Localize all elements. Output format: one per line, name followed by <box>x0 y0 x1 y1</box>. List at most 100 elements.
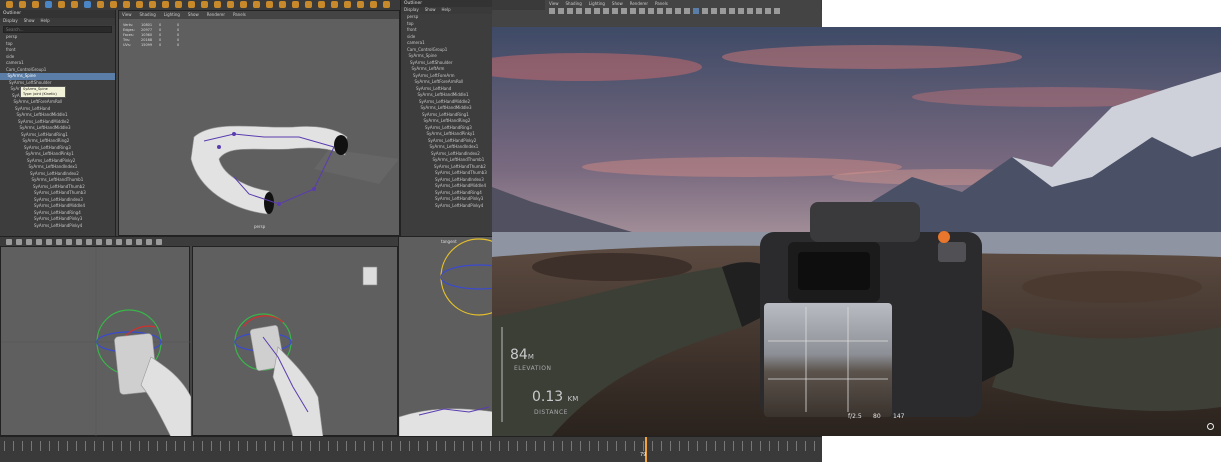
shelf-tool-icon[interactable] <box>162 1 169 8</box>
shelf-tool-icon[interactable] <box>266 1 273 8</box>
outliner-menu-display[interactable]: Display <box>3 18 18 25</box>
toolbar-icon[interactable] <box>684 8 690 14</box>
toolbar-icon[interactable] <box>116 239 122 245</box>
shelf-tool-icon[interactable] <box>45 1 52 8</box>
viewport-menu-shading[interactable]: Shading <box>566 0 582 7</box>
toolbar-icon[interactable] <box>76 239 82 245</box>
viewport-side[interactable] <box>192 246 398 438</box>
shelf-tool-icon[interactable] <box>253 1 260 8</box>
timeline[interactable]: 79 <box>0 436 822 462</box>
shelf-tool-icon[interactable] <box>383 1 390 8</box>
shelf-tool-icon[interactable] <box>370 1 377 8</box>
toolbar-icon[interactable] <box>96 239 102 245</box>
shelf-tool-icon[interactable] <box>32 1 39 8</box>
toolbar-icon[interactable] <box>26 239 32 245</box>
timeline-cursor[interactable] <box>645 437 647 462</box>
shelf-tool-icon[interactable] <box>175 1 182 8</box>
shelf-tool-icon[interactable] <box>97 1 104 8</box>
viewport-menu-view[interactable]: View <box>549 0 559 7</box>
shelf-tool-icon[interactable] <box>188 1 195 8</box>
toolbar-icon[interactable] <box>6 239 12 245</box>
toolbar-icon[interactable] <box>36 239 42 245</box>
viewport-menu-shading[interactable]: Shading <box>140 11 156 19</box>
viewport-menu-renderer[interactable]: Renderer <box>630 0 648 7</box>
toolbar-icon[interactable] <box>16 239 22 245</box>
outliner-menu-help[interactable]: Help <box>442 7 451 14</box>
outliner-menu-display[interactable]: Display <box>404 7 419 14</box>
viewport-menu-lighting[interactable]: Lighting <box>164 11 180 19</box>
shelf-tool-icon[interactable] <box>227 1 234 8</box>
toolbar-icon[interactable] <box>729 8 735 14</box>
toolbar-icon[interactable] <box>558 8 564 14</box>
outliner-menu-help[interactable]: Help <box>41 18 50 25</box>
shelf-tool-icon[interactable] <box>331 1 338 8</box>
toolbar-icon[interactable] <box>156 239 162 245</box>
shelf-tool-icon[interactable] <box>240 1 247 8</box>
shelf-tool-icon[interactable] <box>149 1 156 8</box>
toolbar-icon[interactable] <box>567 8 573 14</box>
toolbar-icon[interactable] <box>56 239 62 245</box>
shelf-tool-icon[interactable] <box>318 1 325 8</box>
viewport-perspective[interactable]: View Shading Lighting Show Renderer Pane… <box>118 10 400 236</box>
toolbar-icon[interactable] <box>549 8 555 14</box>
shelf-tool-icon[interactable] <box>201 1 208 8</box>
toolbar-icon[interactable] <box>756 8 762 14</box>
toolbar-icon[interactable] <box>693 8 699 14</box>
outliner-item[interactable]: SyArms_LeftHandPinky4 <box>401 203 492 210</box>
toolbar-icon[interactable] <box>603 8 609 14</box>
toolbar-icon[interactable] <box>146 239 152 245</box>
toolbar-icon[interactable] <box>66 239 72 245</box>
toolbar-icon[interactable] <box>136 239 142 245</box>
shelf-tool-icon[interactable] <box>84 1 91 8</box>
toolbar-icon[interactable] <box>46 239 52 245</box>
shelf-tool-icon[interactable] <box>136 1 143 8</box>
toolbar-icon[interactable] <box>765 8 771 14</box>
shelf-tool-icon[interactable] <box>6 1 13 8</box>
toolbar-icon[interactable] <box>774 8 780 14</box>
viewport-menu-renderer[interactable]: Renderer <box>207 11 225 19</box>
toolbar-icon[interactable] <box>702 8 708 14</box>
toolbar-icon[interactable] <box>675 8 681 14</box>
toolbar-icon[interactable] <box>612 8 618 14</box>
toolbar-icon[interactable] <box>621 8 627 14</box>
shelf-tool-icon[interactable] <box>214 1 221 8</box>
toolbar-icon[interactable] <box>106 239 112 245</box>
shelf-tool-icon[interactable] <box>357 1 364 8</box>
shelf-tool-icon[interactable] <box>19 1 26 8</box>
viewport-front[interactable] <box>0 246 192 438</box>
shelf-tool-icon[interactable] <box>58 1 65 8</box>
viewport-menu-lighting[interactable]: Lighting <box>589 0 605 7</box>
toolbar-icon[interactable] <box>657 8 663 14</box>
toolbar-icon[interactable] <box>126 239 132 245</box>
shelf-tool-icon[interactable] <box>71 1 78 8</box>
toolbar-icon[interactable] <box>630 8 636 14</box>
outliner-search-input[interactable]: Search... <box>3 26 112 33</box>
outliner-menu-show[interactable]: Show <box>425 7 436 14</box>
toolbar-icon[interactable] <box>585 8 591 14</box>
outliner-item[interactable]: SyArms_LeftHandPinky4 <box>0 223 115 230</box>
viewport-menu-show[interactable]: Show <box>612 0 623 7</box>
toolbar-icon[interactable] <box>86 239 92 245</box>
settings-gear-icon[interactable] <box>1207 423 1214 430</box>
shelf-tool-icon[interactable] <box>344 1 351 8</box>
viewport-menu-view[interactable]: View <box>122 11 132 19</box>
toolbar-icon[interactable] <box>648 8 654 14</box>
viewport-menu-panels[interactable]: Panels <box>233 11 246 19</box>
toolbar-icon[interactable] <box>594 8 600 14</box>
shelf-tool-icon[interactable] <box>110 1 117 8</box>
toolbar-icon[interactable] <box>666 8 672 14</box>
viewport-menu-panels[interactable]: Panels <box>655 0 668 7</box>
toolbar-icon[interactable] <box>711 8 717 14</box>
shelf-tool-icon[interactable] <box>292 1 299 8</box>
shelf-tool-icon[interactable] <box>305 1 312 8</box>
viewport-tangent[interactable]: tangent <box>398 236 518 438</box>
toolbar-icon[interactable] <box>738 8 744 14</box>
outliner-menu-show[interactable]: Show <box>24 18 35 25</box>
shelf-tool-icon[interactable] <box>123 1 130 8</box>
toolbar-icon[interactable] <box>639 8 645 14</box>
toolbar-icon[interactable] <box>747 8 753 14</box>
viewport-menu-show[interactable]: Show <box>188 11 199 19</box>
toolbar-icon[interactable] <box>720 8 726 14</box>
toolbar-icon[interactable] <box>576 8 582 14</box>
shelf-tool-icon[interactable] <box>279 1 286 8</box>
